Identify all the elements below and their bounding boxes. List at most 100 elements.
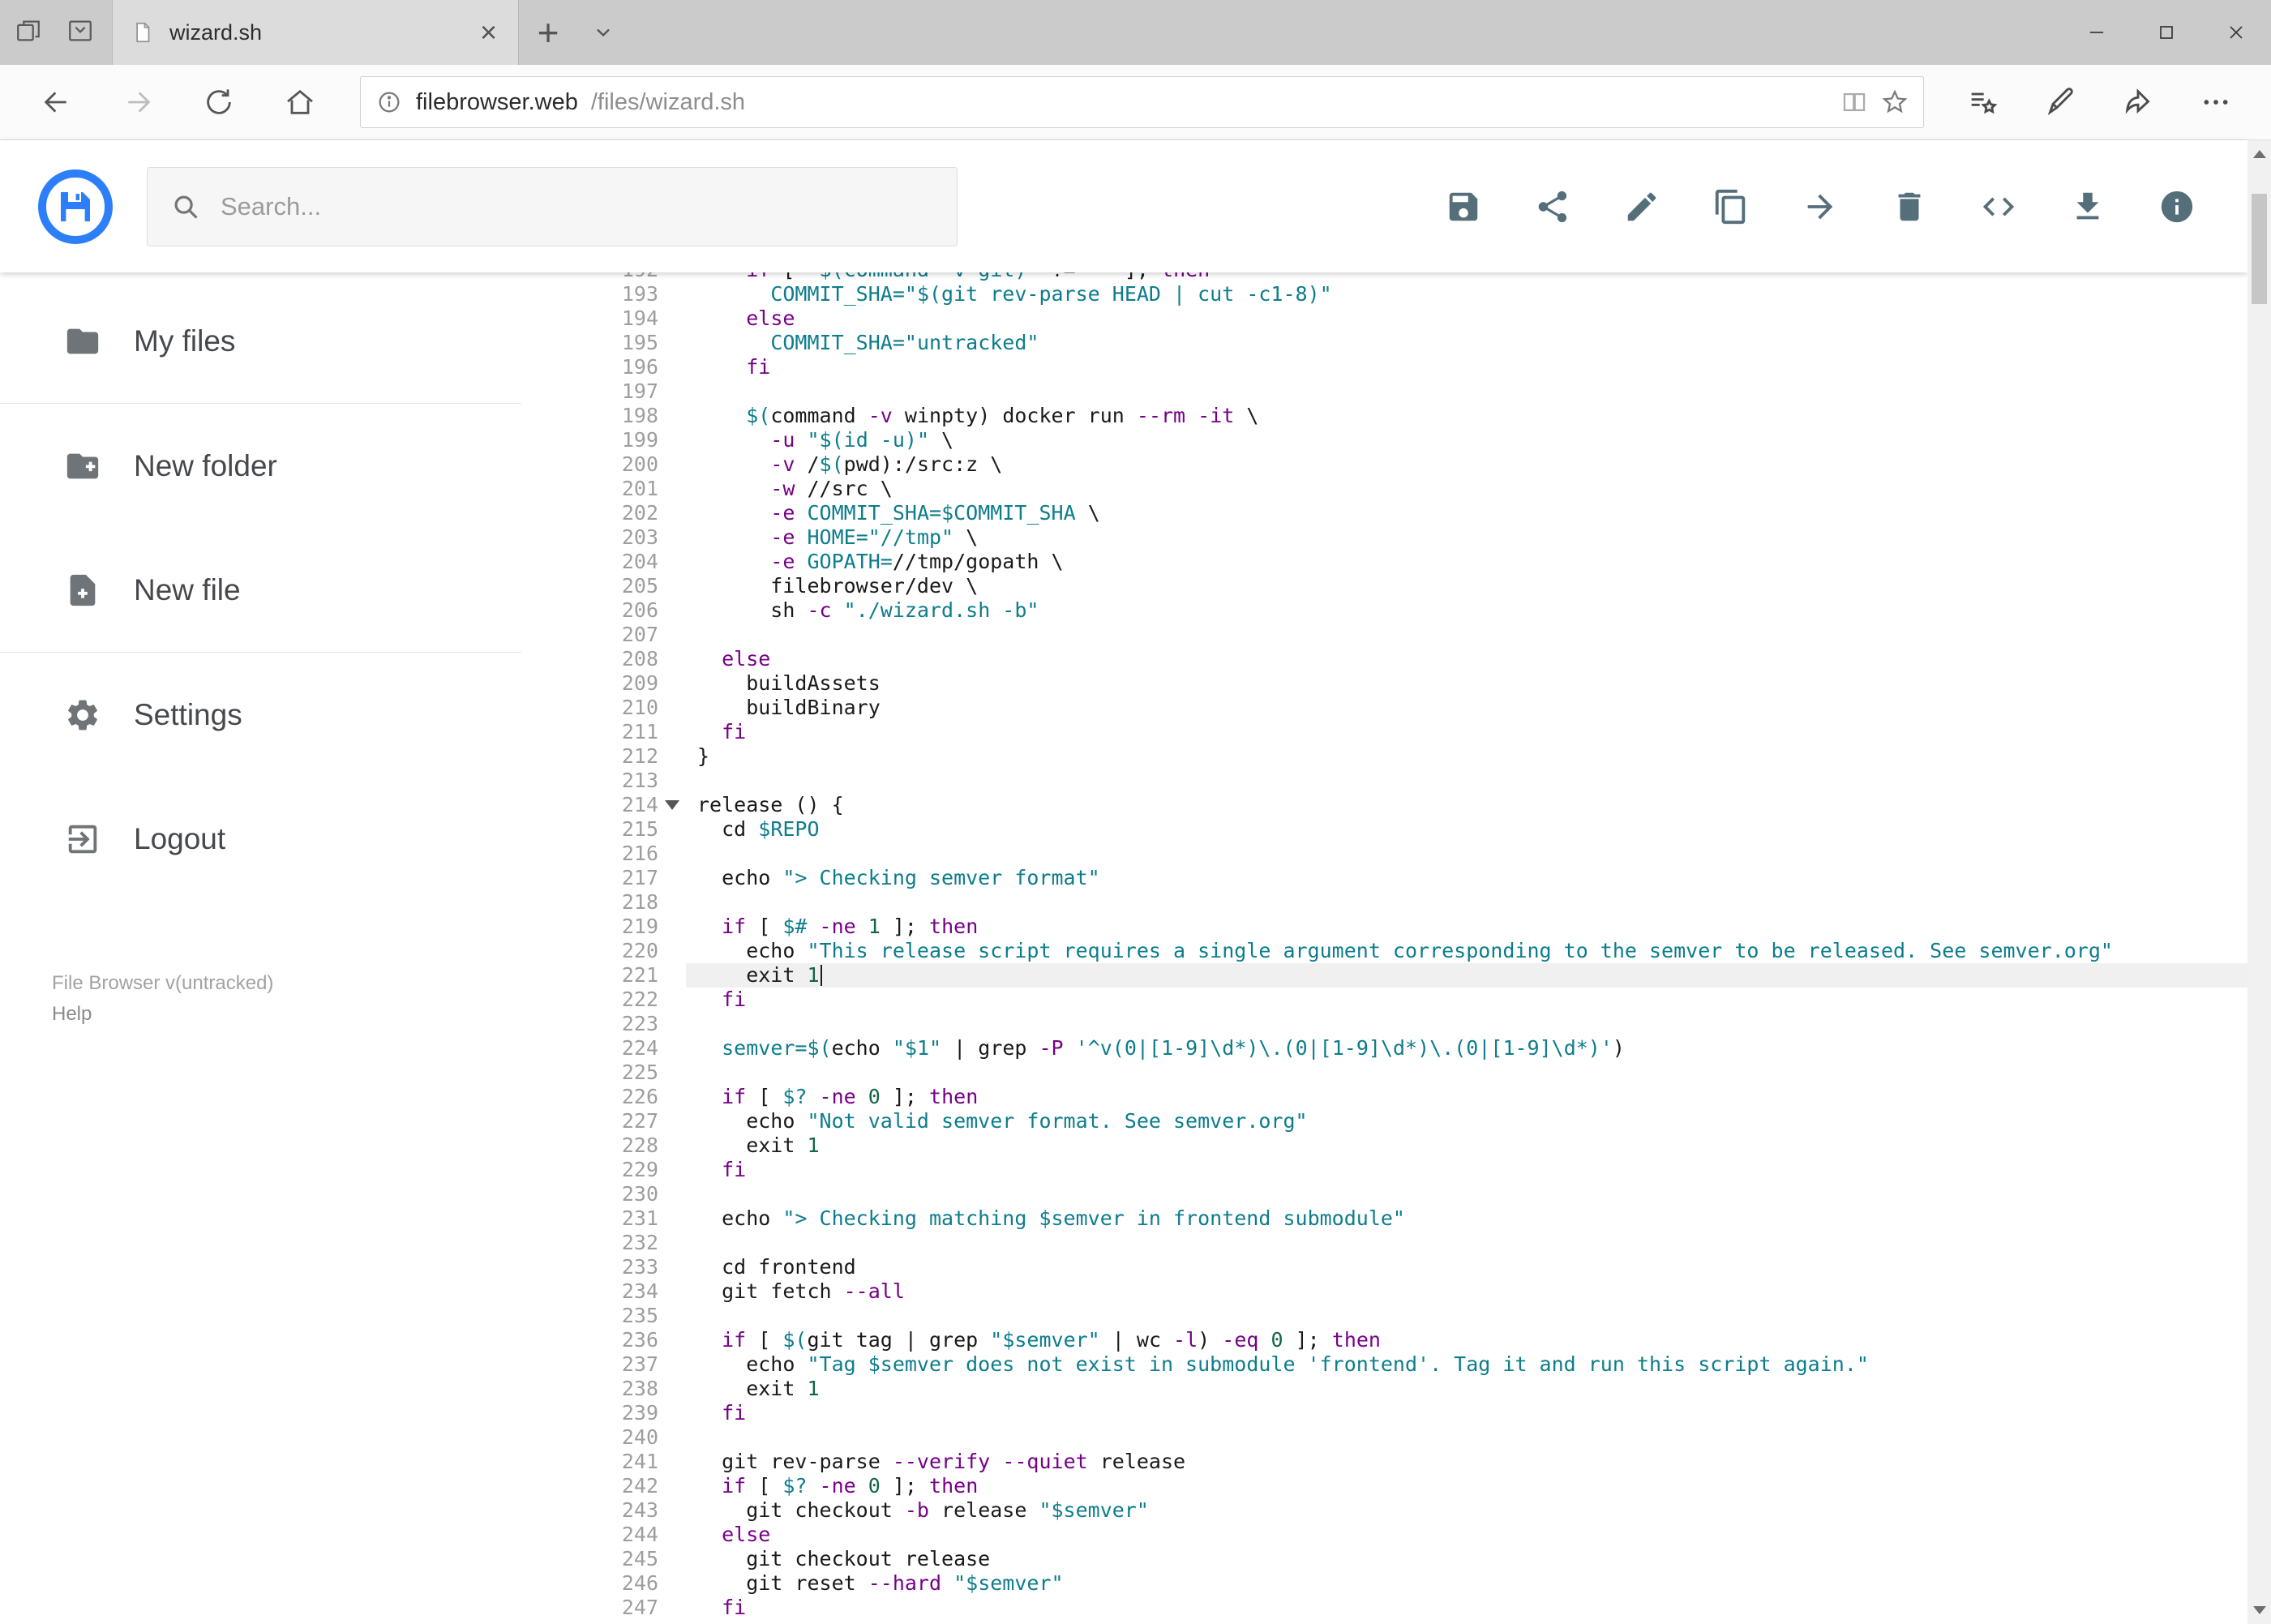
code-line[interactable]: 247 fi [584, 1596, 2247, 1620]
code-line[interactable]: 208 else [584, 647, 2247, 671]
code-line[interactable]: 222 fi [584, 988, 2247, 1012]
code-text[interactable]: echo "> Checking semver format" [686, 866, 2247, 890]
filebrowser-logo[interactable] [36, 168, 114, 246]
code-text[interactable]: git rev-parse --verify --quiet release [686, 1450, 2247, 1474]
code-text[interactable]: echo "Tag $semver does not exist in subm… [686, 1352, 2247, 1377]
code-text[interactable]: semver=$(echo "$1" | grep -P '^v(0|[1-9]… [686, 1036, 2247, 1061]
code-text[interactable]: else [686, 306, 2247, 331]
code-text[interactable] [686, 1182, 2247, 1206]
code-text[interactable]: release () { [686, 793, 2247, 817]
code-text[interactable]: -w //src \ [686, 477, 2247, 501]
code-line[interactable]: 209 buildAssets [584, 671, 2247, 696]
code-line[interactable]: 216 [584, 842, 2247, 866]
site-info-icon[interactable] [375, 88, 403, 116]
code-text[interactable]: -e HOME="//tmp" \ [686, 525, 2247, 550]
share-button[interactable] [1534, 188, 1571, 225]
code-line[interactable]: 242 if [ $? -ne 0 ]; then [584, 1474, 2247, 1498]
code-line[interactable]: 239 fi [584, 1401, 2247, 1425]
code-line[interactable]: 192 if [ "$(command -v git)" != "" ]; th… [584, 272, 2247, 282]
code-line[interactable]: 226 if [ $? -ne 0 ]; then [584, 1085, 2247, 1109]
code-line[interactable]: 217 echo "> Checking semver format" [584, 866, 2247, 890]
browser-tab[interactable]: wizard.sh × [112, 0, 519, 65]
code-text[interactable]: if [ "$(command -v git)" != "" ]; then [686, 272, 2247, 282]
code-line[interactable]: 233 cd frontend [584, 1255, 2247, 1279]
code-text[interactable] [686, 1304, 2247, 1328]
code-text[interactable]: git checkout -b release "$semver" [686, 1498, 2247, 1523]
sidebar-item-my-files[interactable]: My files [0, 279, 584, 403]
code-text[interactable]: if [ $? -ne 0 ]; then [686, 1474, 2247, 1498]
more-menu-icon[interactable] [2177, 86, 2255, 118]
code-line[interactable]: 218 [584, 890, 2247, 915]
code-text[interactable]: exit 1 [686, 1133, 2247, 1158]
code-line[interactable]: 229 fi [584, 1158, 2247, 1182]
code-line[interactable]: 201 -w //src \ [584, 477, 2247, 501]
code-text[interactable] [686, 842, 2247, 866]
code-line[interactable]: 194 else [584, 306, 2247, 331]
code-line[interactable]: 220 echo "This release script requires a… [584, 939, 2247, 963]
annotate-pen-icon[interactable] [2021, 86, 2099, 118]
code-text[interactable]: else [686, 1523, 2247, 1547]
scrollbar[interactable] [2247, 140, 2271, 1624]
code-text[interactable]: git checkout release [686, 1547, 2247, 1571]
code-line[interactable]: 204 -e GOPATH=//tmp/gopath \ [584, 550, 2247, 574]
code-text[interactable] [686, 379, 2247, 404]
reading-view-icon[interactable] [1840, 88, 1868, 116]
move-button[interactable] [1802, 188, 1839, 225]
code-text[interactable]: } [686, 744, 2247, 769]
code-line[interactable]: 234 git fetch --all [584, 1279, 2247, 1304]
code-text[interactable]: exit 1 [686, 1377, 2247, 1401]
code-line[interactable]: 215 cd $REPO [584, 817, 2247, 842]
code-text[interactable]: if [ $# -ne 1 ]; then [686, 915, 2247, 939]
code-text[interactable]: -v /$(pwd):/src:z \ [686, 452, 2247, 477]
refresh-icon[interactable] [178, 86, 259, 118]
code-line[interactable]: 200 -v /$(pwd):/src:z \ [584, 452, 2247, 477]
code-text[interactable] [686, 1425, 2247, 1450]
code-text[interactable]: fi [686, 355, 2247, 379]
fold-marker[interactable] [658, 793, 686, 817]
copy-button[interactable] [1712, 188, 1750, 225]
rename-button[interactable] [1623, 188, 1660, 225]
sidebar-item-new-folder[interactable]: New folder [0, 404, 584, 528]
code-text[interactable]: echo "This release script requires a sin… [686, 939, 2247, 963]
sidebar-item-new-file[interactable]: New file [0, 528, 584, 652]
scroll-up-arrow[interactable] [2247, 140, 2271, 168]
minimize-button[interactable] [2062, 0, 2132, 65]
code-line[interactable]: 235 [584, 1304, 2247, 1328]
code-text[interactable]: else [686, 647, 2247, 671]
code-text[interactable]: if [ $? -ne 0 ]; then [686, 1085, 2247, 1109]
code-line[interactable]: 205 filebrowser/dev \ [584, 574, 2247, 598]
code-line[interactable]: 223 [584, 1012, 2247, 1036]
code-line[interactable]: 199 -u "$(id -u)" \ [584, 428, 2247, 452]
scroll-down-arrow[interactable] [2247, 1596, 2271, 1624]
download-button[interactable] [2069, 188, 2106, 225]
code-line[interactable]: 237 echo "Tag $semver does not exist in … [584, 1352, 2247, 1377]
code-line[interactable]: 203 -e HOME="//tmp" \ [584, 525, 2247, 550]
code-text[interactable]: fi [686, 720, 2247, 744]
code-line[interactable]: 231 echo "> Checking matching $semver in… [584, 1206, 2247, 1231]
code-text[interactable]: -e GOPATH=//tmp/gopath \ [686, 550, 2247, 574]
save-button[interactable] [1445, 188, 1482, 225]
code-text[interactable]: COMMIT_SHA="$(git rev-parse HEAD | cut -… [686, 282, 2247, 306]
source-code-button[interactable] [1980, 188, 2017, 225]
info-button[interactable] [2158, 188, 2196, 225]
code-text[interactable]: git reset --hard "$semver" [686, 1571, 2247, 1596]
code-text[interactable] [686, 769, 2247, 793]
code-text[interactable]: $(command -v winpty) docker run --rm -it… [686, 404, 2247, 428]
code-line[interactable]: 221 exit 1 [584, 963, 2247, 988]
code-text[interactable]: fi [686, 1596, 2247, 1620]
code-text[interactable]: cd frontend [686, 1255, 2247, 1279]
scrollbar-thumb[interactable] [2252, 194, 2267, 304]
code-line[interactable]: 193 COMMIT_SHA="$(git rev-parse HEAD | c… [584, 282, 2247, 306]
code-text[interactable] [686, 1061, 2247, 1085]
code-line[interactable]: 197 [584, 379, 2247, 404]
code-text[interactable]: COMMIT_SHA="untracked" [686, 331, 2247, 355]
favorite-star-icon[interactable] [1881, 88, 1909, 116]
hub-icon[interactable] [1943, 86, 2021, 118]
code-text[interactable]: buildBinary [686, 696, 2247, 720]
code-text[interactable] [686, 623, 2247, 647]
code-line[interactable]: 202 -e COMMIT_SHA=$COMMIT_SHA \ [584, 501, 2247, 525]
search-input[interactable] [221, 191, 934, 221]
code-line[interactable]: 246 git reset --hard "$semver" [584, 1571, 2247, 1596]
code-line[interactable]: 225 [584, 1061, 2247, 1085]
code-line[interactable]: 230 [584, 1182, 2247, 1206]
